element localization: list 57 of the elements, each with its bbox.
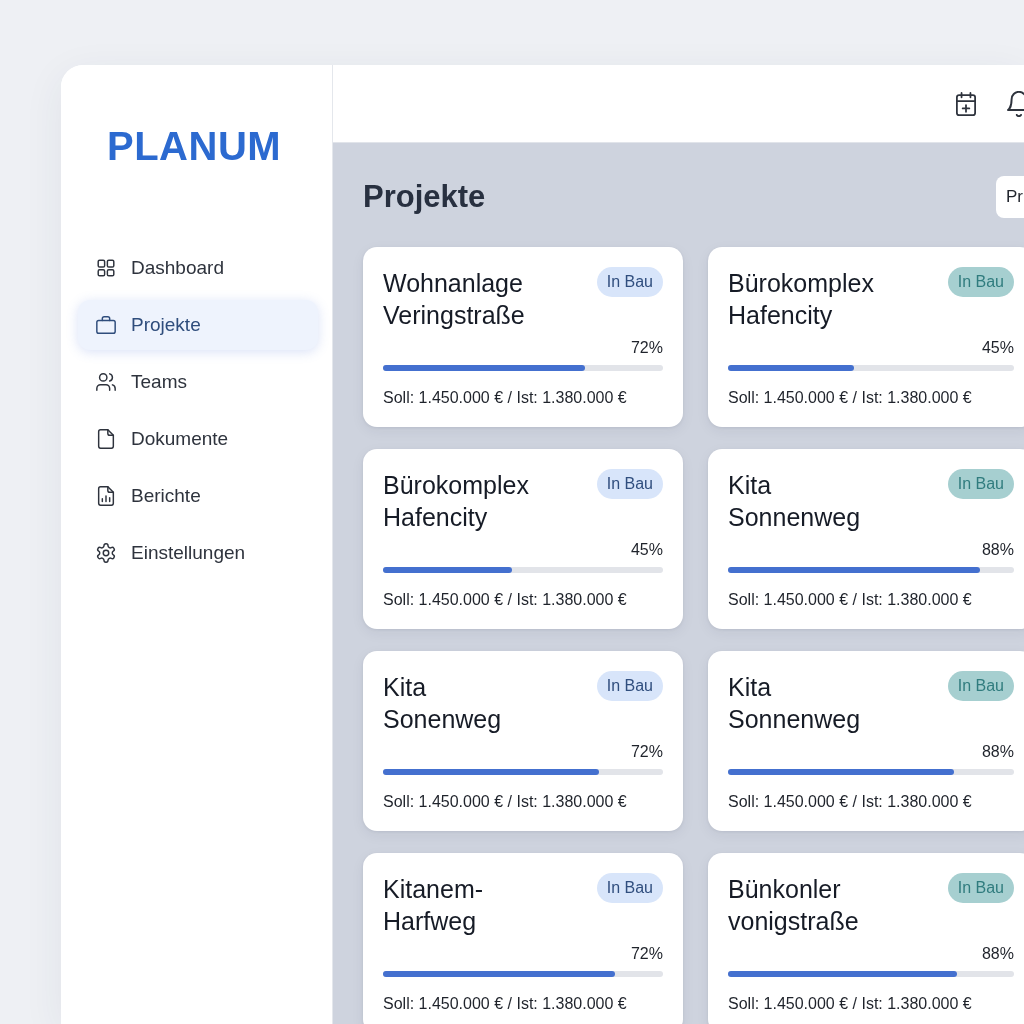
- project-card[interactable]: Kita Sonnenweg In Bau 88% Soll: 1.450.000 € / Ist: 1.380.000 €: [708, 651, 1024, 831]
- users-icon: [95, 371, 117, 393]
- project-card[interactable]: Wohnanlage Veringstraße In Bau 72% Soll: 1.450.000 € / Ist: 1.380.000 €: [363, 247, 683, 427]
- nav-item[interactable]: Teams: [78, 357, 318, 407]
- status-badge: In Bau: [596, 671, 663, 701]
- progress-percent: 88%: [981, 742, 1014, 762]
- budget-text: Soll: 1.450.000 € / Ist: 1.380.000 €: [728, 590, 972, 610]
- project-title: Bünkonler vonigstraße: [728, 874, 859, 937]
- document-icon: [95, 428, 117, 450]
- settings-icon: [95, 542, 117, 564]
- status-badge: In Bau: [596, 267, 663, 297]
- nav-item[interactable]: Dokumente: [78, 414, 318, 464]
- nav-item[interactable]: Dashboard: [78, 243, 318, 293]
- nav-item[interactable]: Berichte: [78, 471, 318, 521]
- budget-text: Soll: 1.450.000 € / Ist: 1.380.000 €: [383, 994, 627, 1014]
- progress-percent: 45%: [630, 540, 663, 560]
- action-button[interactable]: Pr: [996, 176, 1024, 218]
- status-badge: In Bau: [596, 873, 663, 903]
- budget-text: Soll: 1.450.000 € / Ist: 1.380.000 €: [728, 388, 972, 408]
- progress-percent: 72%: [630, 944, 663, 964]
- project-card[interactable]: Kita Sonnenweg In Bau 88% Soll: 1.450.000 € / Ist: 1.380.000 €: [708, 449, 1024, 629]
- project-card[interactable]: Kita Sonenweg In Bau 72% Soll: 1.450.000 € / Ist: 1.380.000 €: [363, 651, 683, 831]
- budget-text: Soll: 1.450.000 € / Ist: 1.380.000 €: [728, 792, 972, 812]
- status-badge: In Bau: [947, 873, 1014, 903]
- briefcase-icon: [95, 314, 117, 336]
- status-badge: In Bau: [947, 469, 1014, 499]
- app-logo: PLANUM: [107, 123, 282, 170]
- budget-text: Soll: 1.450.000 € / Ist: 1.380.000 €: [383, 590, 627, 610]
- dashboard-icon: [95, 257, 117, 279]
- budget-text: Soll: 1.450.000 € / Ist: 1.380.000 €: [383, 388, 627, 408]
- status-badge: In Bau: [947, 671, 1014, 701]
- progress-percent: 88%: [981, 944, 1014, 964]
- calendar-plus-icon[interactable]: [955, 91, 977, 116]
- progress-percent: 88%: [981, 540, 1014, 560]
- project-title: Bürokomplex Hafencity: [383, 470, 529, 533]
- chart-document-icon: [95, 485, 117, 507]
- bell-icon[interactable]: [1007, 90, 1024, 117]
- project-title: Wohnanlage Veringstraße: [383, 268, 525, 331]
- project-title: Kita Sonnenweg: [728, 672, 861, 735]
- budget-text: Soll: 1.450.000 € / Ist: 1.380.000 €: [728, 994, 972, 1014]
- nav-item[interactable]: Projekte: [78, 300, 318, 350]
- project-title: Bürokomplex Hafencity: [728, 268, 874, 331]
- project-card[interactable]: Bürokomplex Hafencity In Bau 45% Soll: 1.450.000 € / Ist: 1.380.000 €: [708, 247, 1024, 427]
- project-title: Kitanem-Harfweg: [383, 874, 484, 937]
- status-badge: In Bau: [596, 469, 663, 499]
- progress-percent: 72%: [630, 742, 663, 762]
- budget-text: Soll: 1.450.000 € / Ist: 1.380.000 €: [383, 792, 627, 812]
- project-card[interactable]: Bürokomplex Hafencity In Bau 45% Soll: 1.450.000 € / Ist: 1.380.000 €: [363, 449, 683, 629]
- project-card[interactable]: Kitanem-Harfweg In Bau 72% Soll: 1.450.000 € / Ist: 1.380.000 €: [363, 853, 683, 1024]
- progress-percent: 45%: [981, 338, 1014, 358]
- page-title: Projekte: [363, 178, 486, 216]
- project-title: Kita Sonenweg: [383, 672, 502, 735]
- project-card[interactable]: Bünkonler vonigstraße In Bau 88% Soll: 1.450.000 € / Ist: 1.380.000 €: [708, 853, 1024, 1024]
- status-badge: In Bau: [947, 267, 1014, 297]
- nav-item[interactable]: Einstellungen: [78, 528, 318, 578]
- progress-percent: 72%: [630, 338, 663, 358]
- project-title: Kita Sonnenweg: [728, 470, 861, 533]
